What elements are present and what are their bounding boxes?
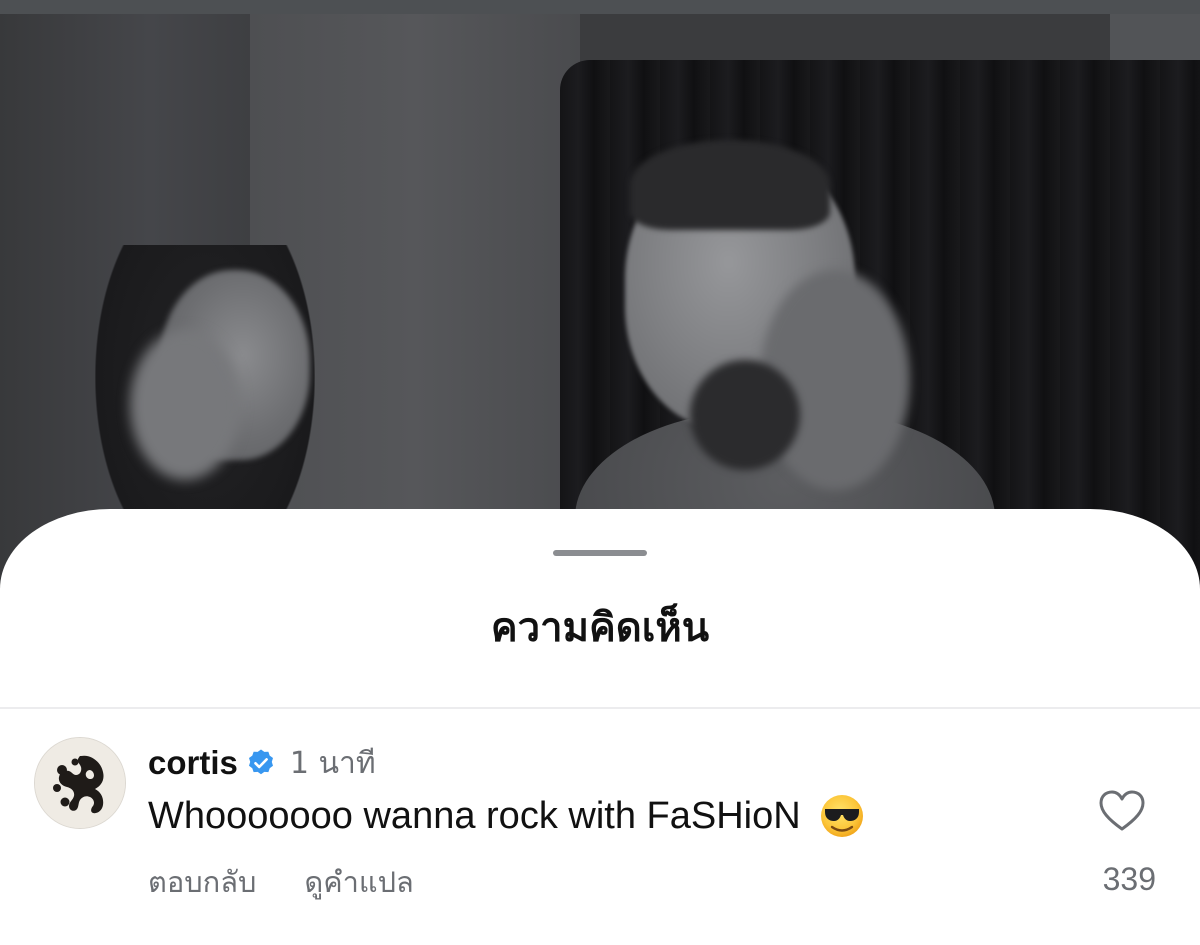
video-person-right-hair (630, 140, 830, 230)
video-top-strip (0, 0, 1200, 14)
sunglasses-emoji-icon (819, 793, 865, 839)
comment-body: Whooooooo wanna rock with FaSHioN (148, 793, 865, 839)
comment-actions: ตอบกลับ ดูคำแปล (148, 859, 414, 905)
video-microphone (690, 360, 800, 470)
video-person-left-hand (130, 330, 240, 480)
comment-header: cortis 1 นาที (148, 741, 376, 785)
see-translation-button[interactable]: ดูคำแปล (304, 859, 413, 905)
sheet-drag-handle[interactable] (553, 550, 647, 556)
verified-badge-icon (246, 748, 276, 778)
sheet-title: ความคิดเห็น (490, 605, 710, 651)
comment-timestamp: 1 นาที (289, 745, 376, 781)
sheet-divider (0, 707, 1200, 709)
heart-icon[interactable] (1098, 789, 1146, 833)
comments-sheet: ความคิดเห็น cortis 1 นาที Whooooooo wann… (0, 509, 1200, 945)
comment-text: Whooooooo wanna rock with FaSHioN (148, 794, 801, 837)
reply-button[interactable]: ตอบกลับ (148, 859, 256, 905)
cortis-logo-icon (35, 738, 125, 828)
like-count: 339 (1102, 861, 1156, 897)
avatar[interactable] (34, 737, 126, 829)
comment-username[interactable]: cortis (148, 744, 238, 782)
reels-comments-screen: ความคิดเห็น cortis 1 นาที Whooooooo wann… (0, 0, 1200, 945)
